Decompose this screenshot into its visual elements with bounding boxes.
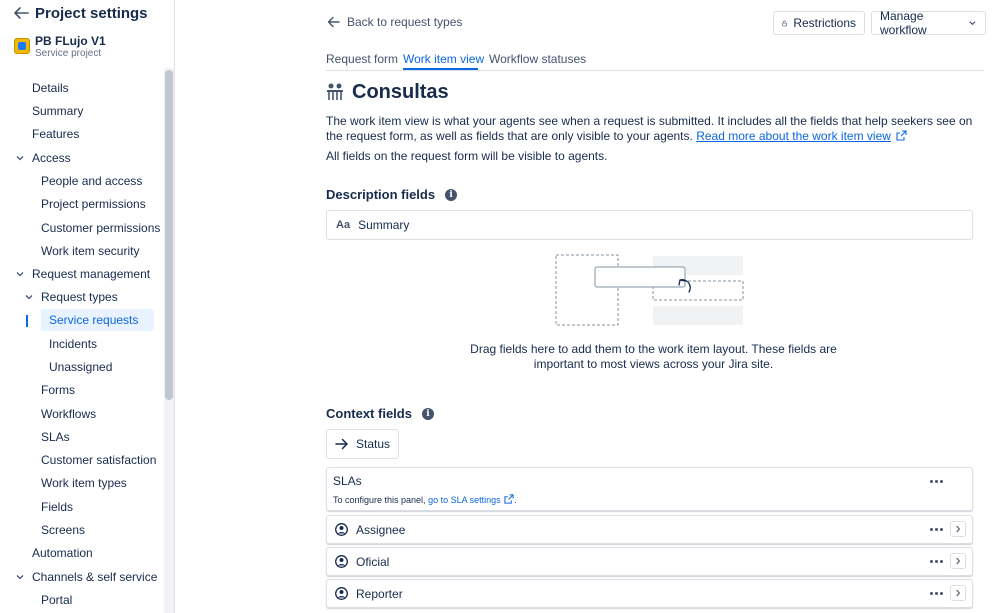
external-link-icon <box>896 130 907 141</box>
active-tab-underline <box>403 68 478 70</box>
more-actions-button[interactable] <box>927 521 945 537</box>
chevron-right-icon[interactable] <box>950 521 966 537</box>
sidebar-item-summary[interactable]: Summary <box>32 100 83 122</box>
sidebar-item-incidents[interactable]: Incidents <box>49 333 97 355</box>
slas-panel-title: SLAs <box>333 474 362 488</box>
sidebar-item-customer-permissions[interactable]: Customer permissions <box>41 217 160 239</box>
tab-bar: Request form Work item view Workflow sta… <box>326 50 984 71</box>
person-icon <box>335 555 348 568</box>
info-icon[interactable]: i <box>445 188 458 201</box>
field-row-label: Oficial <box>356 555 390 569</box>
text-field-icon: Aa <box>336 219 351 231</box>
sidebar-item-project-permissions[interactable]: Project permissions <box>41 193 146 215</box>
restrictions-label: Restrictions <box>793 16 856 30</box>
field-label: Summary <box>358 218 410 232</box>
sidebar-item-automation[interactable]: Automation <box>32 542 93 564</box>
slas-panel: SLAs To configure this panel, go to SLA … <box>326 467 973 511</box>
project-name: PB FLujo V1 <box>35 34 106 48</box>
sidebar: Project settings PB FLujo V1 Service pro… <box>0 0 175 613</box>
person-icon <box>335 587 348 600</box>
chevron-right-icon[interactable] <box>950 553 966 569</box>
description-line-2: All fields on the request form will be v… <box>326 149 608 163</box>
chevron-down-icon <box>969 21 976 26</box>
page-description: The work item view is what your agents s… <box>326 114 981 144</box>
chevron-down-icon[interactable] <box>15 269 25 279</box>
sidebar-item-unassigned[interactable]: Unassigned <box>49 356 112 378</box>
field-row-reporter[interactable]: Reporter <box>326 579 973 608</box>
info-icon[interactable]: i <box>421 407 434 420</box>
description-fields-title: Description fields <box>326 187 436 202</box>
sidebar-item-request-management[interactable]: Request management <box>32 263 150 285</box>
sidebar-item-customer-satisfaction[interactable]: Customer satisfaction <box>41 449 156 471</box>
field-row-assignee[interactable]: Assignee <box>326 515 973 544</box>
sidebar-item-fields[interactable]: Fields <box>41 496 73 518</box>
people-icon <box>327 83 343 100</box>
chevron-down-icon[interactable] <box>15 572 25 582</box>
field-row-oficial[interactable]: Oficial <box>326 547 973 576</box>
drag-fields-illustration <box>555 254 744 326</box>
field-row-label: Reporter <box>356 587 403 601</box>
project-avatar <box>14 38 30 54</box>
sidebar-item-request-types[interactable]: Request types <box>41 286 118 308</box>
sidebar-item-forms[interactable]: Forms <box>41 379 75 401</box>
sidebar-item-portal[interactable]: Portal <box>41 589 72 611</box>
scrollbar-thumb[interactable] <box>165 70 173 400</box>
description-fields-heading: Description fields i <box>326 187 458 202</box>
external-link-icon <box>504 494 514 504</box>
sidebar-item-service-requests[interactable]: Service requests <box>41 309 154 331</box>
sidebar-item-access[interactable]: Access <box>32 147 71 169</box>
manage-workflow-button[interactable]: Manage workflow <box>871 9 986 37</box>
chevron-down-icon[interactable] <box>24 292 34 302</box>
context-fields-title: Context fields <box>326 406 412 421</box>
more-actions-button[interactable] <box>927 585 945 601</box>
back-link-label: Back to request types <box>347 15 463 29</box>
project-switcher[interactable]: PB FLujo V1 Service project <box>14 34 164 60</box>
project-type: Service project <box>35 48 102 59</box>
active-indicator <box>26 315 28 327</box>
slas-sub-suffix: . <box>514 495 517 505</box>
tab-work-item-view[interactable]: Work item view <box>403 52 484 66</box>
sidebar-item-workflows[interactable]: Workflows <box>41 403 96 425</box>
field-status[interactable]: Status <box>326 429 399 459</box>
field-summary[interactable]: Aa Summary <box>326 210 973 240</box>
unlock-icon <box>782 20 787 26</box>
sidebar-item-features[interactable]: Features <box>32 123 79 145</box>
field-row-label: Assignee <box>356 523 406 537</box>
main-content: Back to request types Restrictions Manag… <box>176 0 999 613</box>
status-label: Status <box>356 437 391 451</box>
slas-panel-subtitle: To configure this panel, go to SLA setti… <box>333 494 517 505</box>
sidebar-item-screens[interactable]: Screens <box>41 519 85 541</box>
sla-settings-link[interactable]: go to SLA settings <box>428 495 501 505</box>
chevron-down-icon[interactable] <box>15 153 25 163</box>
sidebar-item-channels[interactable]: Channels & self service <box>32 566 157 588</box>
sidebar-item-slas[interactable]: SLAs <box>41 426 70 448</box>
page-title-row: Consultas <box>326 80 449 104</box>
arrow-right-icon <box>335 438 348 450</box>
person-icon <box>335 523 348 536</box>
more-actions-button[interactable] <box>927 553 945 569</box>
sidebar-scrollbar[interactable] <box>164 68 174 613</box>
sidebar-title: Project settings <box>35 5 148 22</box>
drop-hint: Drag fields here to add them to the work… <box>470 342 837 371</box>
back-to-request-types-link[interactable]: Back to request types <box>327 13 462 31</box>
more-actions-button[interactable] <box>927 473 945 489</box>
restrictions-button[interactable]: Restrictions <box>773 11 865 35</box>
manage-workflow-label: Manage workflow <box>880 9 927 37</box>
arrow-left-icon <box>327 16 340 28</box>
sidebar-item-work-item-types[interactable]: Work item types <box>41 472 127 494</box>
page-title: Consultas <box>352 80 449 103</box>
sidebar-item-details[interactable]: Details <box>32 77 69 99</box>
sidebar-item-people-and-access[interactable]: People and access <box>41 170 142 192</box>
sidebar-item-work-item-security[interactable]: Work item security <box>41 240 139 262</box>
context-fields-heading: Context fields i <box>326 406 434 421</box>
tab-workflow-statuses[interactable]: Workflow statuses <box>489 52 586 66</box>
read-more-link[interactable]: Read more about the work item view <box>696 129 891 143</box>
chevron-right-icon[interactable] <box>950 585 966 601</box>
back-arrow-icon[interactable] <box>12 5 30 21</box>
slas-sub-text: To configure this panel, <box>333 495 429 505</box>
tab-request-form[interactable]: Request form <box>326 52 398 66</box>
